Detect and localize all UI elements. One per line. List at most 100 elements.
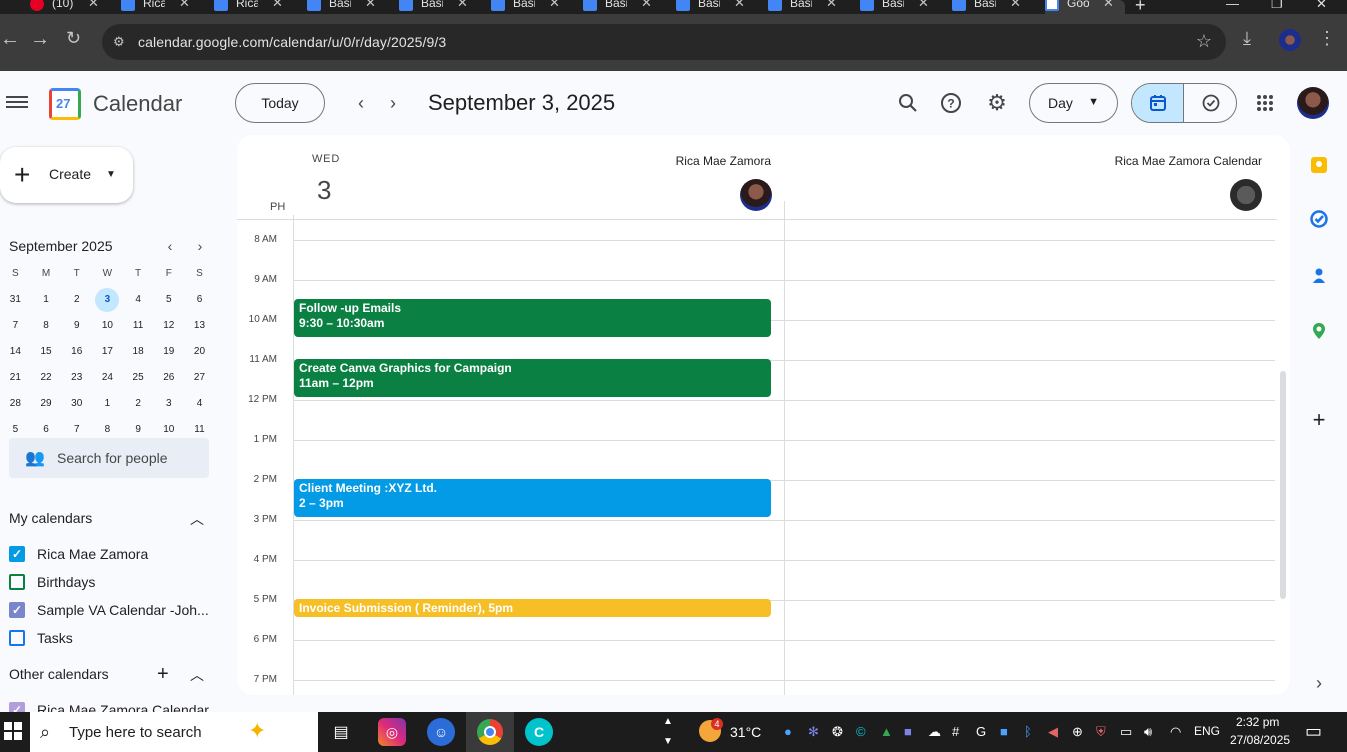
calendar-event[interactable]: Client Meeting :XYZ Ltd. 2 – 3pm bbox=[294, 479, 771, 517]
get-addons-plus-icon[interactable]: + bbox=[1308, 407, 1330, 432]
mini-calendar-day[interactable]: 7 bbox=[0, 318, 31, 344]
close-tab-icon[interactable]: ✕ bbox=[457, 0, 468, 11]
mini-calendar-day[interactable]: 5 bbox=[153, 292, 184, 318]
notifications-icon[interactable]: ▭ bbox=[1305, 721, 1322, 742]
calendar-event[interactable]: Invoice Submission ( Reminder), 5pm bbox=[294, 599, 771, 617]
battery-icon[interactable]: ▭ bbox=[1120, 724, 1132, 740]
security-icon[interactable]: ⛨ bbox=[1096, 724, 1106, 740]
speaker-muted-icon[interactable]: ◀ bbox=[1048, 724, 1058, 740]
other-calendars-title[interactable]: Other calendars bbox=[9, 666, 109, 682]
calendar-list-item[interactable]: Tasks bbox=[9, 627, 212, 649]
browser-tab[interactable]: Basi ✕ bbox=[860, 0, 940, 14]
onedrive-icon[interactable]: ☁ bbox=[928, 724, 941, 740]
apps-grid-icon[interactable] bbox=[1255, 93, 1275, 113]
calendar-event[interactable]: Follow -up Emails 9:30 – 10:30am bbox=[294, 299, 771, 337]
close-window-icon[interactable]: ✕ bbox=[1316, 0, 1327, 12]
my-calendars-title[interactable]: My calendars bbox=[9, 510, 92, 526]
wifi-icon[interactable]: ◠ bbox=[1170, 724, 1181, 740]
calendar-list-item[interactable]: Birthdays bbox=[9, 571, 212, 593]
browser-tab[interactable]: Basi ✕ bbox=[952, 0, 1032, 14]
mini-calendar-day[interactable]: 10 bbox=[92, 318, 123, 344]
mini-calendar-day[interactable]: 1 bbox=[31, 292, 62, 318]
account-avatar[interactable] bbox=[1297, 87, 1329, 119]
close-tab-icon[interactable]: ✕ bbox=[734, 0, 745, 11]
close-tab-icon[interactable]: ✕ bbox=[179, 0, 190, 11]
help-icon[interactable]: ? bbox=[939, 91, 963, 115]
instagram-icon[interactable]: ◎ bbox=[378, 718, 406, 746]
taskbar-scroll-icon[interactable]: ▲ ▼ bbox=[660, 712, 676, 752]
calendar-event[interactable]: Create Canva Graphics for Campaign 11am –… bbox=[294, 359, 771, 397]
close-tab-icon[interactable]: ✕ bbox=[641, 0, 652, 11]
forward-icon[interactable]: → bbox=[30, 28, 50, 51]
zoom-icon[interactable]: ● bbox=[784, 724, 792, 739]
mini-calendar-day[interactable]: 11 bbox=[123, 318, 154, 344]
volume-icon[interactable]: 🔊︎ bbox=[1144, 724, 1152, 740]
mini-next-month-icon[interactable]: › bbox=[192, 237, 208, 255]
slack-icon[interactable]: # bbox=[952, 724, 959, 739]
search-icon[interactable] bbox=[896, 91, 920, 115]
browser-tab[interactable]: Basi ✕ bbox=[768, 0, 848, 14]
browser-tab[interactable]: Basi ✕ bbox=[399, 0, 479, 14]
close-tab-icon[interactable]: ✕ bbox=[1103, 0, 1114, 11]
mini-calendar-day[interactable]: 15 bbox=[31, 344, 62, 370]
copyright-app-icon[interactable]: © bbox=[856, 724, 866, 739]
mini-calendar-day[interactable]: 20 bbox=[184, 344, 215, 370]
close-tab-icon[interactable]: ✕ bbox=[88, 0, 99, 11]
calendar-mode-button[interactable] bbox=[1132, 84, 1184, 122]
today-button[interactable]: Today bbox=[235, 83, 325, 123]
restore-icon[interactable]: ❐ bbox=[1271, 0, 1283, 12]
next-day-icon[interactable]: › bbox=[381, 91, 405, 115]
view-select[interactable]: Day ▼ bbox=[1029, 83, 1118, 123]
browser-tab[interactable]: Basi ✕ bbox=[307, 0, 387, 14]
weather-temp[interactable]: 31°C bbox=[730, 724, 761, 740]
mini-calendar-day[interactable]: 17 bbox=[92, 344, 123, 370]
windows-start-icon[interactable] bbox=[4, 722, 22, 740]
chevron-up-icon[interactable]: ︿ bbox=[190, 509, 204, 529]
mini-calendar-day[interactable]: 3 bbox=[92, 288, 123, 318]
mini-calendar-day[interactable]: 25 bbox=[123, 370, 154, 396]
mini-calendar-day[interactable]: 4 bbox=[184, 396, 215, 422]
mini-calendar-day[interactable]: 23 bbox=[61, 370, 92, 396]
google-icon[interactable]: G bbox=[976, 724, 986, 739]
copilot-sparkle-icon[interactable]: ✦ bbox=[248, 718, 266, 744]
mini-calendar-day[interactable]: 3 bbox=[153, 396, 184, 422]
calendar-list-item[interactable]: ✓ Sample VA Calendar -Joh... bbox=[9, 599, 212, 621]
mini-calendar-day[interactable]: 2 bbox=[61, 292, 92, 318]
mini-calendar-day[interactable]: 27 bbox=[184, 370, 215, 396]
new-tab-icon[interactable]: + bbox=[1135, 0, 1146, 14]
browser-tab[interactable]: Basi ✕ bbox=[676, 0, 756, 14]
reload-icon[interactable]: ↻ bbox=[66, 28, 81, 49]
chrome-taskbar-button[interactable] bbox=[466, 712, 514, 752]
close-tab-icon[interactable]: ✕ bbox=[918, 0, 929, 11]
main-menu-icon[interactable] bbox=[6, 93, 28, 111]
close-tab-icon[interactable]: ✕ bbox=[549, 0, 560, 11]
mini-calendar-day[interactable]: 12 bbox=[153, 318, 184, 344]
browser-menu-icon[interactable]: ⋮ bbox=[1318, 28, 1336, 49]
mini-calendar-day[interactable]: 24 bbox=[92, 370, 123, 396]
mini-calendar-day[interactable]: 21 bbox=[0, 370, 31, 396]
browser-profile-avatar[interactable] bbox=[1279, 29, 1301, 51]
mini-calendar-day[interactable]: 28 bbox=[0, 396, 31, 422]
site-settings-icon[interactable]: ⚙ bbox=[113, 34, 127, 49]
mini-calendar-day[interactable]: 18 bbox=[123, 344, 154, 370]
mini-calendar-day[interactable]: 22 bbox=[31, 370, 62, 396]
tasks-icon[interactable] bbox=[1308, 208, 1330, 230]
scrollbar[interactable] bbox=[1280, 371, 1286, 599]
mini-calendar-day[interactable]: 6 bbox=[184, 292, 215, 318]
mini-calendar-day[interactable]: 2 bbox=[123, 396, 154, 422]
mini-calendar-day[interactable]: 29 bbox=[31, 396, 62, 422]
browser-tab[interactable]: Rica ✕ bbox=[214, 0, 294, 14]
tasks-mode-button[interactable] bbox=[1185, 84, 1236, 122]
close-tab-icon[interactable]: ✕ bbox=[826, 0, 837, 11]
browser-tab[interactable]: Goo ✕ bbox=[1045, 0, 1125, 14]
create-button[interactable]: + Create ▼ bbox=[0, 147, 133, 203]
browser-tab[interactable]: Basi ✕ bbox=[491, 0, 571, 14]
checked-checkbox-icon[interactable]: ✓ bbox=[9, 546, 25, 562]
back-icon[interactable]: ← bbox=[0, 28, 20, 51]
mini-calendar-day[interactable]: 9 bbox=[61, 318, 92, 344]
rica-avatar[interactable] bbox=[740, 179, 772, 211]
previous-day-icon[interactable]: ‹ bbox=[349, 91, 373, 115]
mini-calendar-day[interactable]: 31 bbox=[0, 292, 31, 318]
mini-calendar-day[interactable]: 26 bbox=[153, 370, 184, 396]
canva-icon[interactable]: C bbox=[525, 718, 553, 746]
